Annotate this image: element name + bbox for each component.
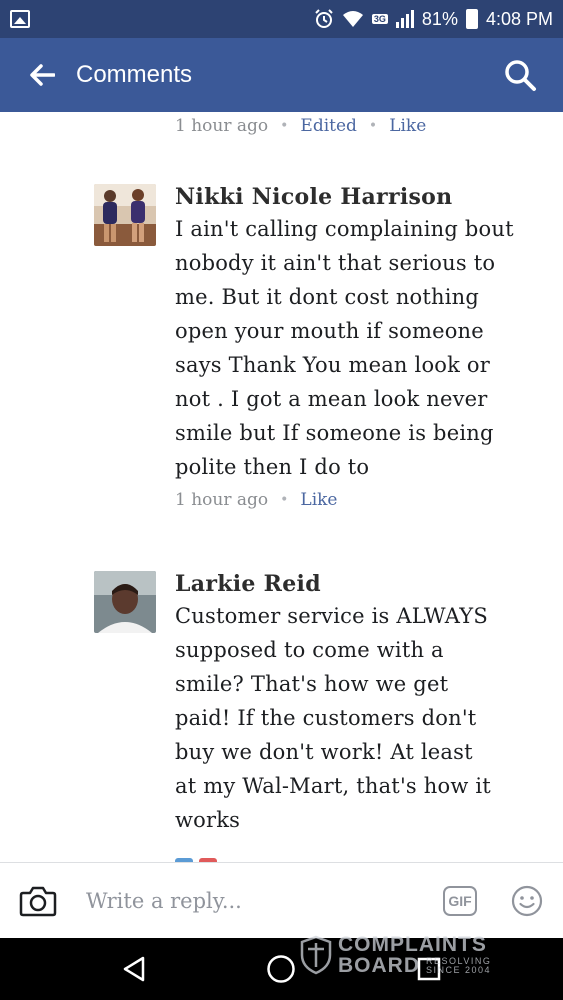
gif-button[interactable]: GIF: [443, 885, 477, 916]
watermark-text: COMPLAINTS BOARD RESOLVING SINCE 2004: [338, 934, 491, 976]
shield-logo-icon: [300, 935, 332, 975]
comment-author[interactable]: Nikki Nicole Harrison: [175, 182, 545, 212]
triangle-back-icon: [123, 956, 145, 982]
search-button[interactable]: [485, 38, 555, 112]
separator-dot: •: [280, 492, 289, 508]
comment-text: I ain't calling complaining bout nobody …: [175, 212, 545, 484]
reply-bar: GIF: [0, 862, 563, 938]
separator-dot: •: [368, 118, 378, 134]
previous-comment-meta: 1 hour ago • Edited • Like: [175, 116, 426, 136]
comment-time: 1 hour ago: [175, 490, 269, 510]
comment-line: says Thank You mean look or: [175, 353, 491, 377]
search-icon: [505, 60, 536, 91]
alarm-icon: [315, 9, 333, 28]
smiley-icon: [511, 885, 543, 916]
comment-line: supposed to come with a: [175, 638, 444, 662]
page-title: Comments: [76, 61, 193, 88]
gallery-notification-icon: [10, 10, 30, 28]
comment-line: open your mouth if someone: [175, 319, 484, 343]
comment-line: works: [175, 808, 241, 832]
comment-line: buy we don't work! At least: [175, 740, 473, 764]
like-link[interactable]: Like: [300, 490, 337, 510]
status-bar: 3G 81% 4:08 PM: [0, 0, 563, 38]
comment-meta: 1 hour ago • Like: [175, 490, 545, 510]
circle-home-icon: [267, 955, 296, 983]
comment-line: Customer service is ALWAYS: [175, 604, 488, 628]
comment-line: I ain't calling complaining bout: [175, 217, 514, 241]
avatar[interactable]: [94, 571, 156, 633]
nav-back-button[interactable]: [104, 939, 164, 999]
back-arrow-icon: [30, 64, 55, 86]
reply-input[interactable]: [86, 888, 406, 913]
avatar[interactable]: [94, 184, 156, 246]
watermark-tag2: SINCE 2004: [426, 964, 492, 975]
comment-text: Customer service is ALWAYS supposed to c…: [175, 599, 545, 837]
comment-line: nobody it ain't that serious to: [175, 251, 496, 275]
separator-dot: •: [280, 118, 289, 134]
avatar-photo: [94, 571, 156, 633]
app-bar: Comments: [0, 38, 563, 112]
watermark: COMPLAINTS BOARD RESOLVING SINCE 2004: [300, 934, 491, 976]
watermark-line2: BOARD: [338, 954, 420, 977]
wifi-icon: [342, 11, 363, 27]
comment-time: 1 hour ago: [175, 116, 269, 136]
comment-line: polite then I do to: [175, 455, 370, 479]
clock: 4:08 PM: [485, 8, 553, 29]
gif-label: GIF: [448, 892, 472, 909]
camera-button[interactable]: [10, 873, 66, 929]
comment-line: smile? That's how we get: [175, 672, 449, 696]
camera-icon: [19, 886, 57, 916]
comment-list[interactable]: 1 hour ago • Edited • Like Nikki Nicole: [0, 112, 563, 862]
comment-line: not . I got a mean look never: [175, 387, 488, 411]
comment-line: smile but If someone is being: [175, 421, 494, 445]
sticker-button[interactable]: [499, 873, 555, 929]
comment-line: me. But it dont cost nothing: [175, 285, 480, 309]
like-link[interactable]: Like: [389, 116, 426, 136]
edited-link[interactable]: Edited: [300, 116, 357, 136]
back-button[interactable]: [12, 38, 72, 112]
comment-body: Nikki Nicole Harrison I ain't calling co…: [175, 182, 545, 510]
comment-line: at my Wal-Mart, that's how it: [175, 774, 491, 798]
network-type: 3G: [371, 14, 388, 24]
comment-body: Larkie Reid Customer service is ALWAYS s…: [175, 569, 545, 837]
comment-line: paid! If the customers don't: [175, 706, 477, 730]
signal-icon: [395, 10, 414, 28]
comment-author[interactable]: Larkie Reid: [175, 569, 545, 599]
battery-percent: 81%: [421, 8, 458, 29]
avatar-photo: [94, 184, 156, 246]
battery-icon: [465, 9, 478, 29]
watermark-line1: COMPLAINTS: [338, 933, 487, 956]
